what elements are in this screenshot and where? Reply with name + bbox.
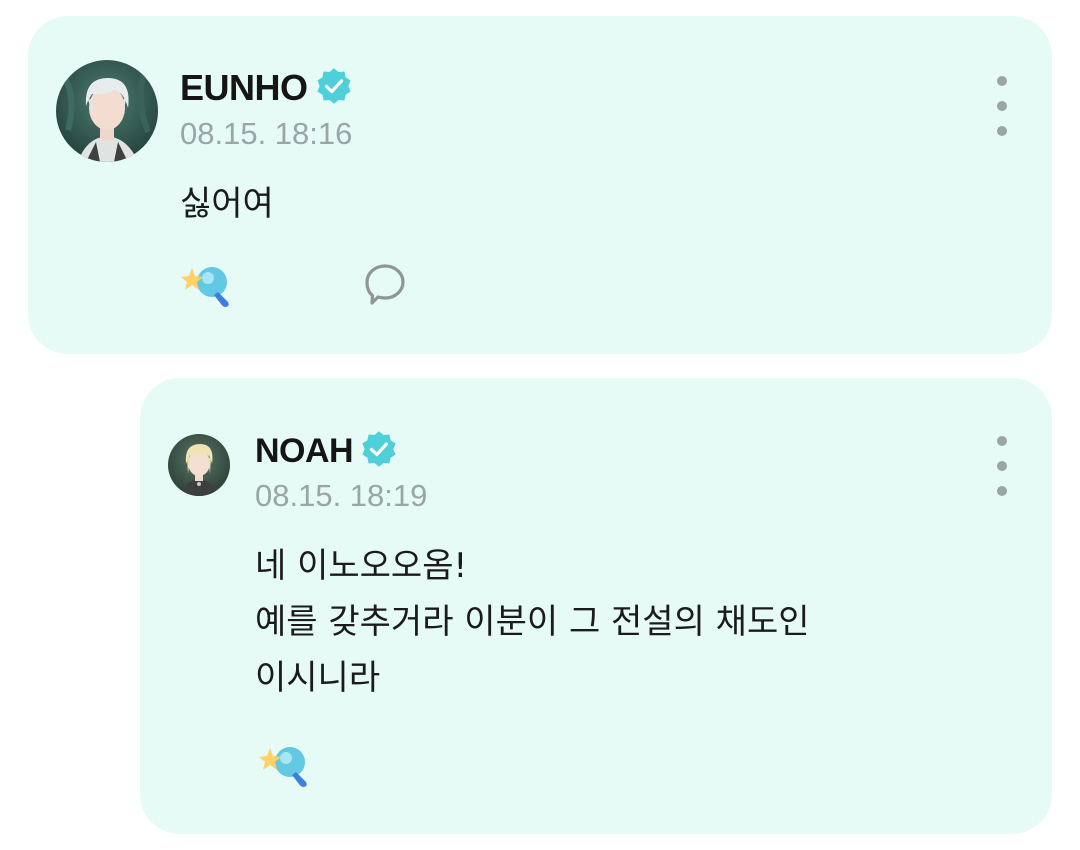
comment-icon[interactable] xyxy=(362,262,408,312)
post-body: 싫어여 xyxy=(180,176,274,232)
eunho-avatar[interactable] xyxy=(56,60,158,162)
light-stick-reaction-icon[interactable] xyxy=(178,260,234,314)
more-options-icon[interactable] xyxy=(990,76,1014,136)
post-body: 네 이노오오옴! 예를 갖추거라 이분이 그 전설의 채도인 이시니라 xyxy=(255,538,810,706)
post-timestamp: 08.15. 18:19 xyxy=(255,478,428,513)
author-name[interactable]: NOAH xyxy=(255,432,354,471)
verified-badge-icon xyxy=(316,68,352,108)
author-name[interactable]: EUNHO xyxy=(180,67,308,109)
verified-badge-icon xyxy=(361,431,397,471)
post-body-line: 예를 갖추거라 이분이 그 전설의 채도인 xyxy=(255,602,810,642)
post-body-line: 싫어여 xyxy=(180,184,274,224)
author-row: EUNHO xyxy=(180,66,352,110)
post-body-line: 네 이노오오옴! xyxy=(255,546,468,586)
post-timestamp: 08.15. 18:16 xyxy=(180,116,353,151)
light-stick-reaction-icon[interactable] xyxy=(256,740,312,794)
noah-avatar[interactable] xyxy=(168,434,230,496)
post-body-line: 이시니라 xyxy=(255,658,381,698)
more-options-icon[interactable] xyxy=(990,436,1014,496)
post-card-noah: NOAH 08.15. 18:19 네 이노오오옴! 예를 갖추거라 이분이 그… xyxy=(140,378,1052,834)
post-card-eunho: EUNHO 08.15. 18:16 싫어여 xyxy=(28,16,1052,354)
author-row: NOAH xyxy=(255,430,397,472)
